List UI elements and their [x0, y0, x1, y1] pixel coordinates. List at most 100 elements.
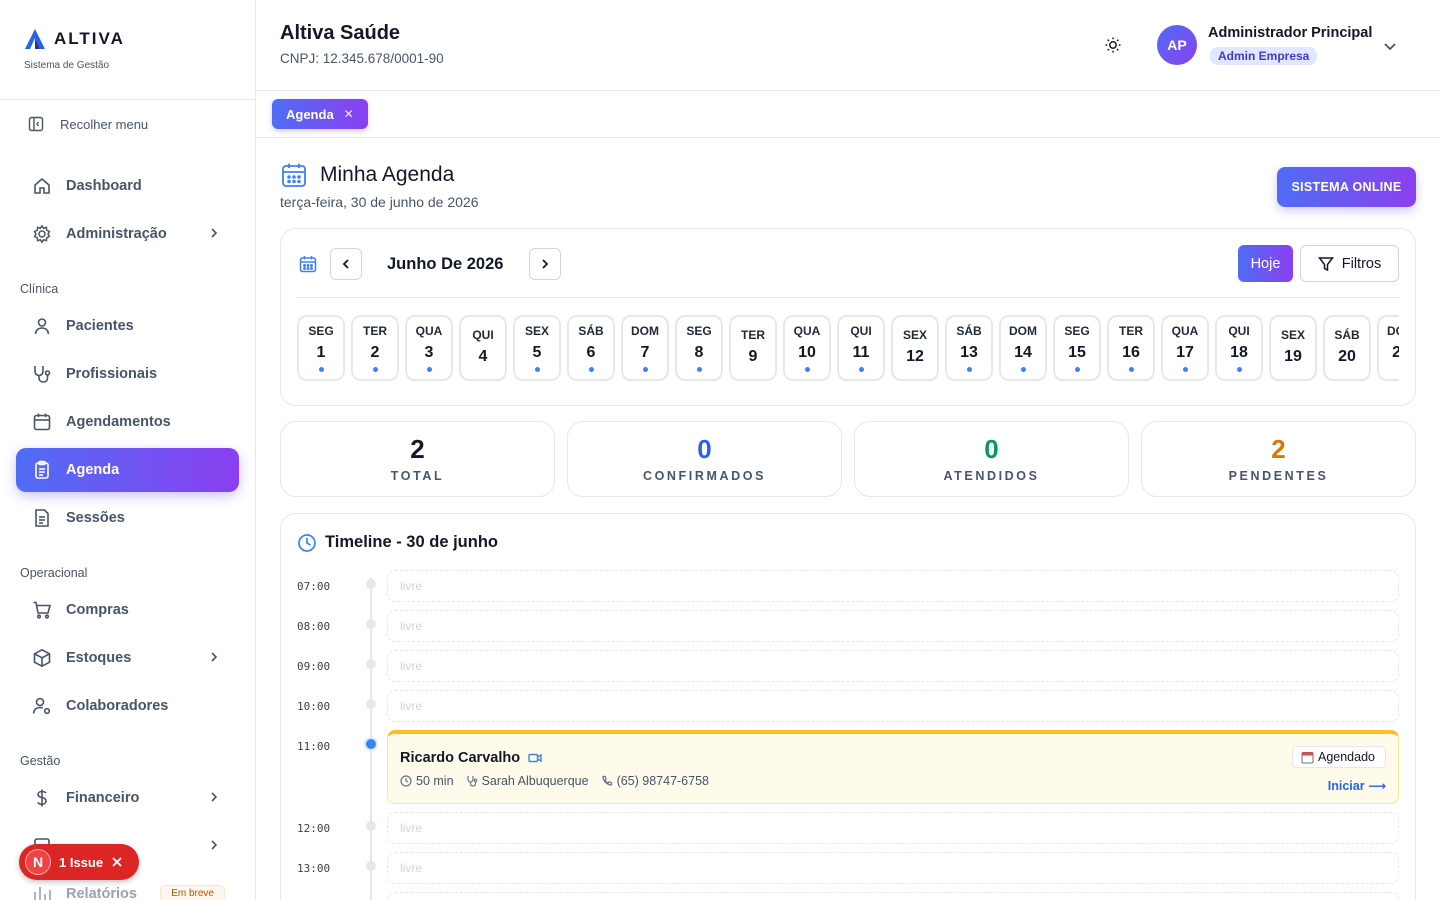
day-number: 2 — [370, 344, 380, 361]
sidebar-item-label: Financeiro — [66, 790, 140, 806]
day-cell[interactable]: SEX 12 — [891, 315, 939, 381]
appointment-card[interactable]: Ricardo Carvalho 50 min Sarah Albuquerque (… — [387, 730, 1399, 804]
phone-icon — [601, 775, 612, 786]
day-cell[interactable]: SEG 1 — [297, 315, 345, 381]
collapse-menu-button[interactable]: Recolher menu — [0, 100, 255, 148]
has-appointment-dot — [1021, 367, 1026, 372]
day-weekday: TER — [741, 328, 765, 342]
user-name[interactable]: Administrador Principal — [1208, 25, 1372, 41]
today-button[interactable]: Hoje — [1238, 245, 1293, 282]
day-number: 19 — [1284, 348, 1302, 365]
issue-badge[interactable]: N 1 Issue — [19, 844, 139, 880]
next-month-button[interactable] — [529, 248, 561, 280]
user-avatar[interactable]: AP — [1157, 25, 1197, 65]
day-cell[interactable]: SEX 19 — [1269, 315, 1317, 381]
day-number: 13 — [960, 344, 978, 361]
day-cell[interactable]: SEX 5 — [513, 315, 561, 381]
has-appointment-dot — [1129, 367, 1134, 372]
sidebar-item-label: Agendamentos — [66, 414, 171, 430]
issue-avatar: N — [25, 849, 51, 875]
appointment-phone: (65) 98747-6758 — [616, 774, 709, 788]
day-cell[interactable]: SÁB 13 — [945, 315, 993, 381]
sidebar-item-estoques[interactable]: Estoques — [16, 636, 239, 680]
filters-button[interactable]: Filtros — [1300, 245, 1399, 282]
sidebar-item-dashboard[interactable]: Dashboard — [16, 164, 239, 208]
stethoscope-icon — [34, 366, 51, 383]
chevron-down-icon[interactable] — [1382, 38, 1398, 54]
day-cell[interactable]: TER 2 — [351, 315, 399, 381]
day-number: 21 — [1392, 344, 1399, 361]
coming-soon-badge: Em breve — [160, 885, 225, 900]
day-cell[interactable]: SÁB 6 — [567, 315, 615, 381]
free-slot[interactable]: livre — [387, 610, 1399, 642]
day-cell[interactable]: QUI 18 — [1215, 315, 1263, 381]
tab-agenda[interactable]: Agenda ✕ — [272, 99, 368, 129]
day-cell[interactable]: QUA 10 — [783, 315, 831, 381]
close-icon[interactable] — [111, 856, 123, 868]
day-cell[interactable]: DOM 7 — [621, 315, 669, 381]
chevron-right-icon — [211, 840, 218, 850]
gear-icon — [33, 224, 51, 244]
day-number: 16 — [1122, 344, 1140, 361]
sidebar-item-label: Pacientes — [66, 318, 134, 334]
has-appointment-dot — [643, 367, 648, 372]
day-cell[interactable]: TER 16 — [1107, 315, 1155, 381]
system-online-button[interactable]: SISTEMA ONLINE — [1277, 167, 1416, 207]
day-cell[interactable]: DOM 21 — [1377, 315, 1399, 381]
free-slot[interactable]: livre — [387, 650, 1399, 682]
day-cell[interactable]: SEG 15 — [1053, 315, 1101, 381]
stat-label: TOTAL — [390, 469, 445, 483]
sidebar-item-agenda[interactable]: Agenda — [16, 448, 239, 492]
free-slot[interactable]: livre — [387, 852, 1399, 884]
calendar-icon — [1301, 751, 1314, 763]
collapse-menu-label: Recolher menu — [60, 116, 149, 132]
sidebar-item-administracao[interactable]: Administração — [16, 212, 239, 256]
day-cell[interactable]: QUA 17 — [1161, 315, 1209, 381]
day-cell[interactable]: QUI 4 — [459, 315, 507, 381]
bar-chart-icon — [34, 887, 51, 900]
day-cell[interactable]: QUI 11 — [837, 315, 885, 381]
day-strip: SEG 1 TER 2 QUA 3 QUI 4 SEX 5 SÁB 6 DOM 7 SEG 8 TER 9 QUA 1… — [297, 315, 1399, 381]
altiva-logo-icon — [25, 29, 45, 49]
brand-subtitle: Sistema de Gestão — [24, 60, 110, 71]
theme-toggle-sun-icon[interactable] — [1104, 36, 1122, 54]
sidebar-item-pacientes[interactable]: Pacientes — [16, 304, 239, 348]
day-cell[interactable]: SEG 8 — [675, 315, 723, 381]
stat-label: ATENDIDOS — [943, 469, 1040, 483]
sidebar-item-compras[interactable]: Compras — [16, 588, 239, 632]
sidebar-item-colaboradores[interactable]: Colaboradores — [16, 684, 239, 728]
day-weekday: SEG — [686, 324, 712, 338]
sidebar-item-financeiro[interactable]: Financeiro — [16, 776, 239, 820]
stat-card-confirmados: 0 CONFIRMADOS — [567, 421, 842, 497]
timeline-time: 11:00 — [297, 740, 331, 753]
day-cell[interactable]: QUA 3 — [405, 315, 453, 381]
day-cell[interactable]: DOM 14 — [999, 315, 1047, 381]
day-weekday: DOM — [631, 324, 659, 338]
appointment-status: Agendado — [1317, 750, 1375, 764]
free-slot[interactable]: livre — [387, 570, 1399, 602]
start-appointment-link[interactable]: Iniciar ⟶ — [1328, 778, 1386, 793]
timeline-dot — [366, 619, 376, 629]
stat-value: 0 — [697, 434, 712, 464]
sidebar-section-gestao: Gestão — [20, 754, 61, 768]
page-date: terça-feira, 30 de junho de 2026 — [280, 194, 479, 210]
sidebar-collapse-icon — [28, 116, 44, 132]
day-cell[interactable]: SÁB 20 — [1323, 315, 1371, 381]
stat-label: CONFIRMADOS — [642, 469, 767, 483]
calendar-icon — [33, 413, 51, 431]
day-cell[interactable]: TER 9 — [729, 315, 777, 381]
sidebar-item-profissionais[interactable]: Profissionais — [16, 352, 239, 396]
prev-month-button[interactable] — [330, 248, 362, 280]
day-number: 14 — [1014, 344, 1032, 361]
sidebar-section-operacional: Operacional — [20, 566, 88, 580]
free-slot[interactable]: livre — [387, 690, 1399, 722]
free-slot[interactable]: livre — [387, 892, 1399, 900]
day-number: 6 — [586, 344, 596, 361]
day-number: 15 — [1068, 344, 1086, 361]
close-icon[interactable]: ✕ — [344, 107, 354, 121]
sidebar-item-sessoes[interactable]: Sessões — [16, 496, 239, 540]
sidebar-item-agendamentos[interactable]: Agendamentos — [16, 400, 239, 444]
day-number: 18 — [1230, 344, 1248, 361]
free-slot[interactable]: livre — [387, 812, 1399, 844]
arrow-right-icon: ⟶ — [1368, 779, 1386, 793]
